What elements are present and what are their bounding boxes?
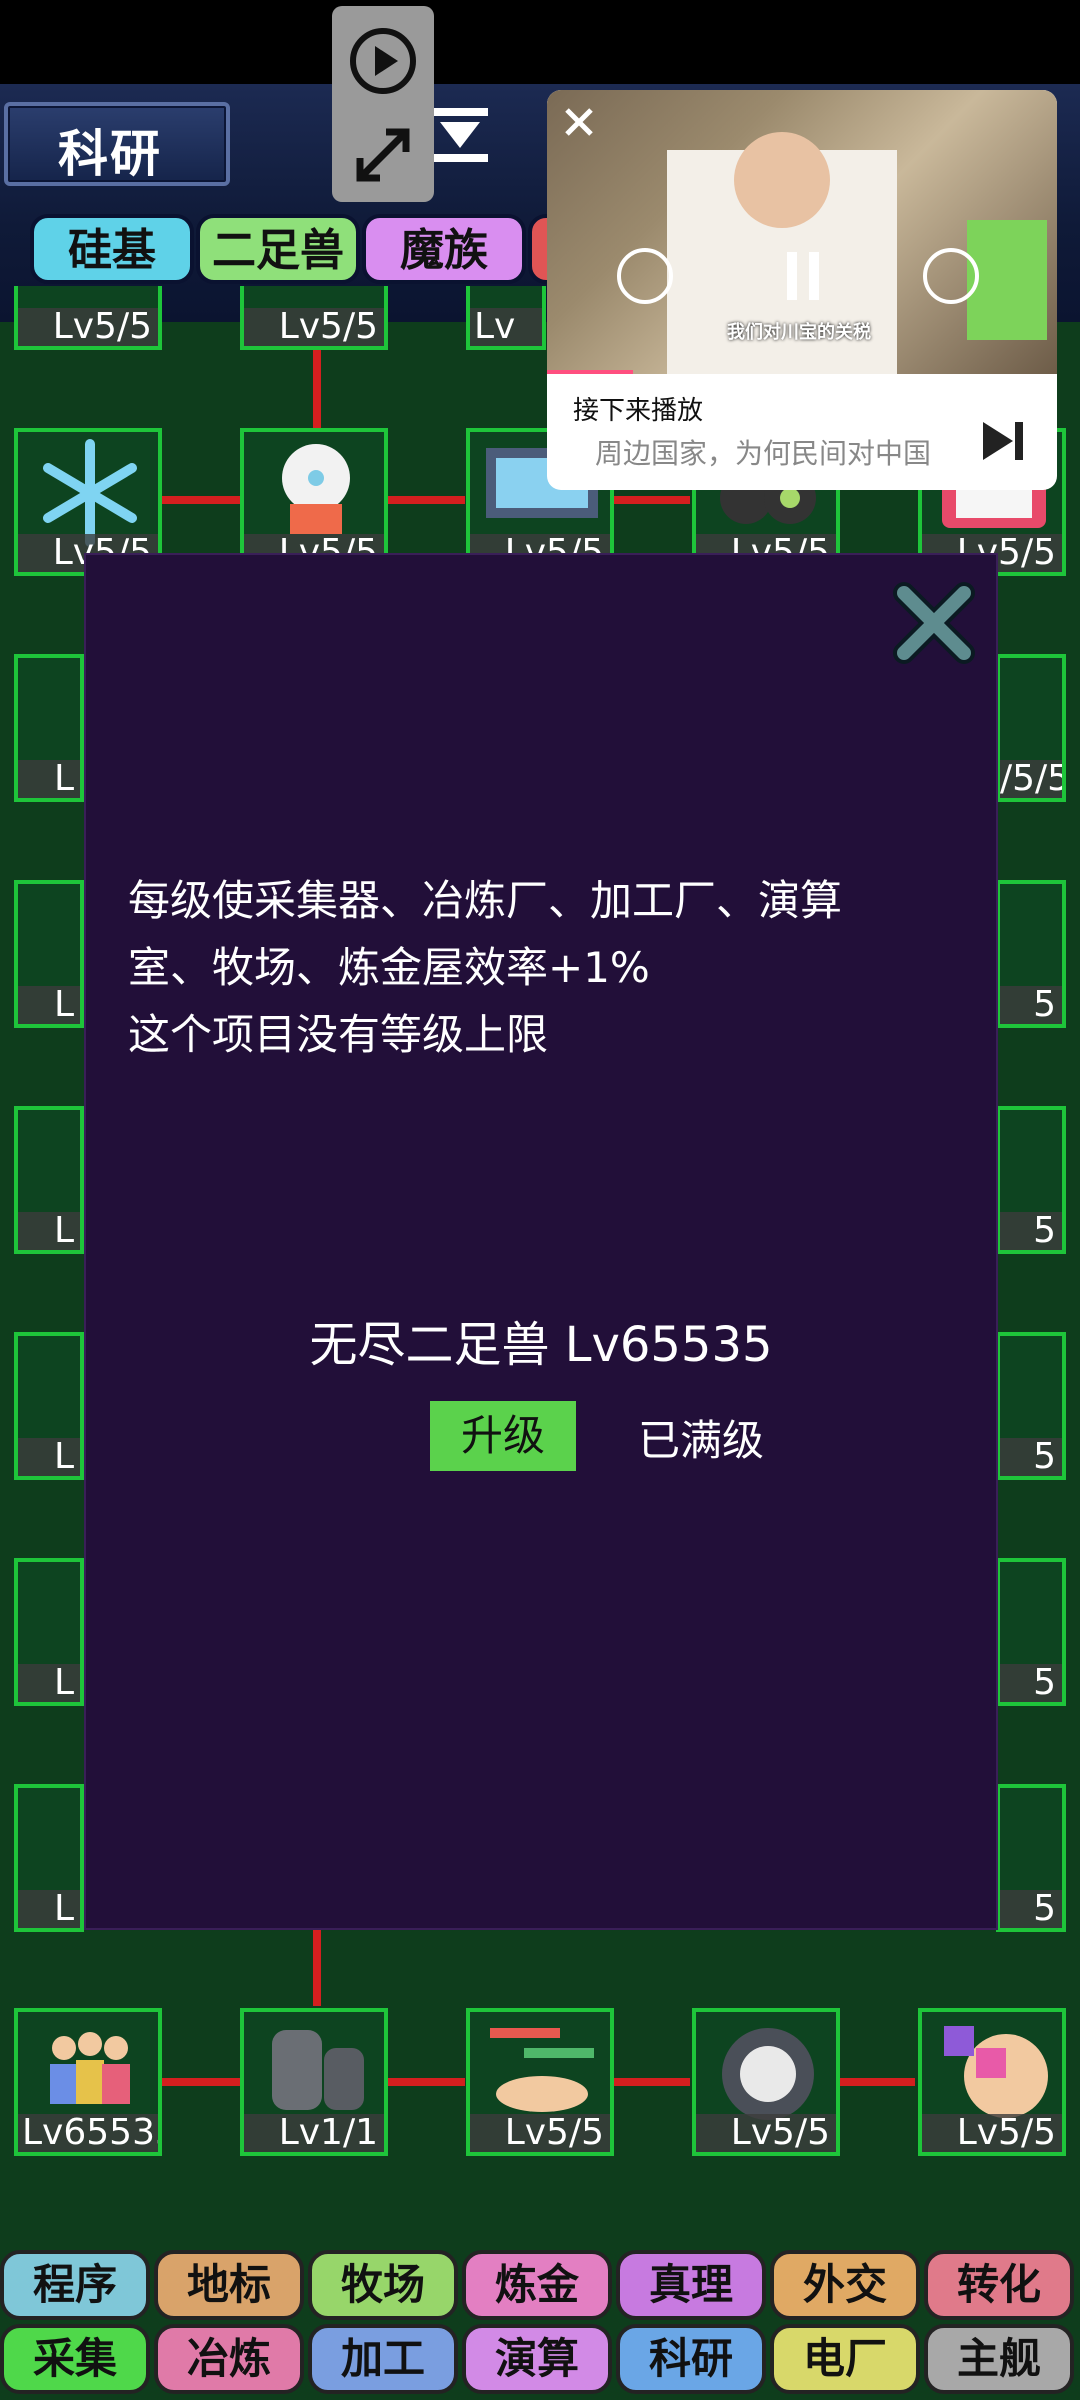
tech-node[interactable]: L bbox=[14, 654, 84, 802]
handshake-icon bbox=[490, 2028, 594, 2112]
connector bbox=[835, 2078, 915, 2086]
tech-node-puzzle-head[interactable]: Lv5/5 bbox=[918, 2008, 1066, 2156]
up-next-title[interactable]: 周边国家，为何民间对中国 bbox=[595, 432, 975, 472]
tab-ranch[interactable]: 牧场 bbox=[308, 2250, 458, 2320]
expand-icon[interactable] bbox=[348, 120, 418, 190]
tech-node[interactable]: L bbox=[14, 1784, 84, 1932]
tab-mothership[interactable]: 主舰 bbox=[924, 2324, 1074, 2394]
snowflake-icon bbox=[43, 439, 137, 547]
tab-process[interactable]: 加工 bbox=[308, 2324, 458, 2394]
connector bbox=[610, 2078, 690, 2086]
robot-icon bbox=[282, 444, 350, 534]
tab-alchemy[interactable]: 炼金 bbox=[462, 2250, 612, 2320]
tech-node[interactable]: 5 bbox=[996, 1332, 1066, 1480]
connector bbox=[385, 496, 465, 504]
tech-node-moai[interactable]: Lv1/1 bbox=[240, 2008, 388, 2156]
title-plate: 科研 bbox=[4, 102, 230, 186]
category-tab-biped[interactable]: 二足兽 bbox=[196, 214, 360, 284]
connector bbox=[385, 2078, 465, 2086]
runner-gear-icon bbox=[722, 2028, 814, 2120]
tab-program[interactable]: 程序 bbox=[0, 2250, 150, 2320]
tech-node[interactable]: L bbox=[14, 1106, 84, 1254]
tab-power[interactable]: 电厂 bbox=[770, 2324, 920, 2394]
tab-truth[interactable]: 真理 bbox=[616, 2250, 766, 2320]
tech-node-runner-gear[interactable]: Lv5/5 bbox=[692, 2008, 840, 2156]
moai-icon bbox=[272, 2030, 364, 2110]
tech-node[interactable]: L bbox=[14, 1558, 84, 1706]
tech-node[interactable]: Lv5/5 bbox=[14, 286, 162, 350]
page-title: 科研 bbox=[58, 125, 162, 183]
close-icon[interactable] bbox=[890, 579, 978, 667]
connector bbox=[160, 496, 240, 504]
tech-node[interactable]: 5 bbox=[996, 1106, 1066, 1254]
people-icon bbox=[50, 2032, 130, 2104]
tech-node[interactable]: L bbox=[14, 880, 84, 1028]
tech-node[interactable]: Lv5/5 bbox=[240, 286, 388, 350]
tech-node[interactable]: 5 bbox=[996, 1784, 1066, 1932]
tab-landmark[interactable]: 地标 bbox=[154, 2250, 304, 2320]
tab-gather[interactable]: 采集 bbox=[0, 2324, 150, 2394]
tab-smelt[interactable]: 冶炼 bbox=[154, 2324, 304, 2394]
upgrade-button[interactable]: 升级 bbox=[430, 1401, 576, 1471]
floating-media-control[interactable] bbox=[332, 6, 434, 202]
tab-convert[interactable]: 转化 bbox=[924, 2250, 1074, 2320]
tech-node[interactable]: L bbox=[14, 1332, 84, 1480]
description: 每级使采集器、冶炼厂、加工厂、演算 室、牧场、炼金屋效率+1% 这个项目没有等级… bbox=[128, 876, 843, 1059]
pip-video-player[interactable]: 我们对川宝的关税 接下来播放 周边国家，为何民间对中国 bbox=[547, 90, 1057, 490]
skip-next-icon[interactable] bbox=[977, 416, 1027, 466]
tech-node[interactable]: /5/5 bbox=[996, 654, 1066, 802]
status-bar bbox=[0, 0, 1080, 84]
video-frame[interactable]: 我们对川宝的关税 bbox=[547, 90, 1057, 374]
tab-compute[interactable]: 演算 bbox=[462, 2324, 612, 2394]
puzzle-head-icon bbox=[944, 2026, 1048, 2118]
tech-node[interactable]: Lv bbox=[466, 286, 546, 350]
download-icon[interactable] bbox=[430, 104, 490, 164]
category-tab-demon[interactable]: 魔族 bbox=[362, 214, 526, 284]
tech-node-people[interactable]: Lv65535 bbox=[14, 2008, 162, 2156]
tech-node[interactable]: 5 bbox=[996, 880, 1066, 1028]
connector bbox=[160, 2078, 240, 2086]
tech-node-handshake[interactable]: Lv5/5 bbox=[466, 2008, 614, 2156]
tab-diplomacy[interactable]: 外交 bbox=[770, 2250, 920, 2320]
video-caption: 我们对川宝的关税 bbox=[727, 322, 871, 343]
tab-research[interactable]: 科研 bbox=[616, 2324, 766, 2394]
max-level-label: 已满级 bbox=[638, 1416, 765, 1465]
up-next-label: 接下来播放 bbox=[573, 396, 704, 426]
connector bbox=[313, 1930, 321, 2006]
category-tab-silicon[interactable]: 硅基 bbox=[30, 214, 194, 284]
detail-dialog: 每级使采集器、冶炼厂、加工厂、演算 室、牧场、炼金屋效率+1% 这个项目没有等级… bbox=[84, 553, 998, 1930]
tech-node[interactable]: 5 bbox=[996, 1558, 1066, 1706]
play-icon[interactable] bbox=[348, 26, 418, 96]
item-title: 无尽二足兽 Lv65535 bbox=[309, 1317, 773, 1373]
connector bbox=[610, 496, 690, 504]
